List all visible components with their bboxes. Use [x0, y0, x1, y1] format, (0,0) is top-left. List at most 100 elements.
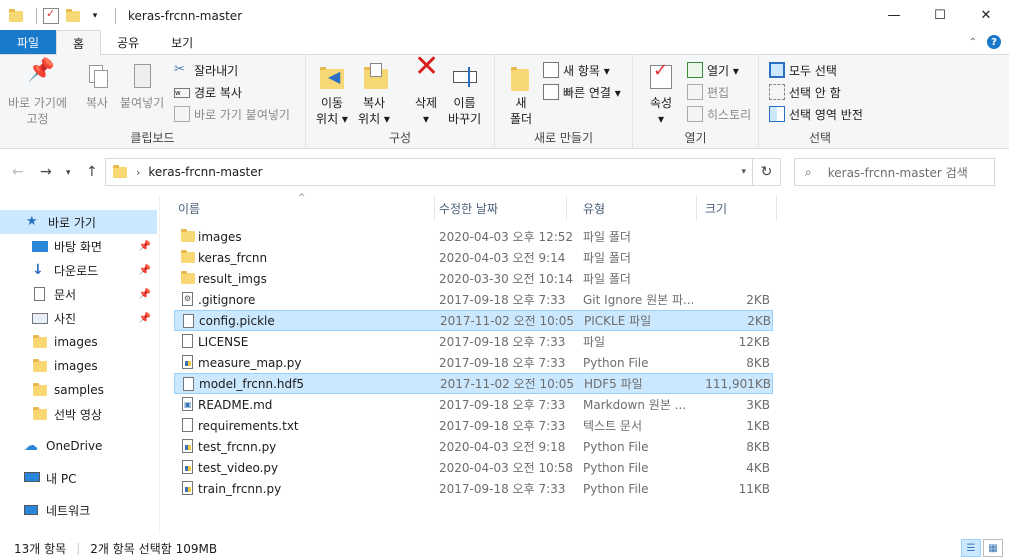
address-dropdown-icon[interactable]: ▾ [741, 167, 746, 177]
nav-item-documents[interactable]: 문서 📌 [0, 282, 157, 306]
tab-home[interactable]: 홈 [56, 30, 102, 55]
new-item-icon [543, 62, 559, 78]
file-name[interactable]: keras_frcnn [198, 251, 428, 265]
file-name[interactable]: requirements.txt [198, 419, 428, 433]
pin-icon[interactable]: 📌 [139, 265, 151, 276]
file-row[interactable]: README.md 2017-09-18 오후 7:33 Markdown 원본 .… [174, 394, 773, 415]
collapse-ribbon-icon[interactable]: ⌃ [969, 37, 977, 48]
column-header-name[interactable]: 이름 [160, 196, 435, 220]
file-row[interactable]: keras_frcnn 2020-04-03 오전 9:14 파일 폴더 [174, 247, 773, 268]
delete-button[interactable]: ✕ 삭제 ▾ [410, 52, 442, 127]
close-button[interactable]: ✕ [963, 0, 1009, 31]
nav-item-pictures[interactable]: 사진 📌 [0, 306, 157, 330]
customize-toolbar-icon[interactable]: ▾ [87, 8, 103, 24]
cut-button[interactable]: ✂ 잘라내기 [174, 60, 238, 80]
search-input[interactable]: ⌕ keras-frcnn-master 검색 [794, 158, 995, 186]
nav-item-quick-access[interactable]: ★ 바로 가기 [0, 210, 157, 234]
file-row[interactable]: model_frcnn.hdf5 2017-11-02 오전 10:05 HDF5 … [174, 373, 773, 394]
refresh-button[interactable]: ↻ [753, 158, 781, 186]
nav-item-network[interactable]: 네트워크 [0, 498, 157, 522]
file-name[interactable]: test_frcnn.py [198, 440, 428, 454]
select-all-button[interactable]: 모두 선택 [769, 60, 837, 80]
select-none-button[interactable]: 선택 안 함 [769, 82, 841, 102]
tab-file[interactable]: 파일 [0, 30, 56, 54]
move-to-button[interactable]: ◀ 이동 위치 ▾ [316, 61, 348, 127]
address-bar[interactable]: › keras-frcnn-master ▾ [105, 158, 753, 186]
rename-button[interactable]: 이름 바꾸기 [448, 61, 481, 127]
paste-shortcut-button[interactable]: 바로 가기 붙여넣기 [174, 104, 290, 124]
address-path[interactable]: keras-frcnn-master [148, 165, 262, 179]
file-name[interactable]: result_imgs [198, 272, 428, 286]
file-date: 2017-09-18 오후 7:33 [439, 335, 566, 349]
open-button[interactable]: 열기 ▾ [687, 60, 739, 80]
file-row[interactable]: config.pickle 2017-11-02 오전 10:05 PICKLE 파… [174, 310, 773, 331]
file-row[interactable]: test_video.py 2020-04-03 오전 10:58 Python F… [174, 457, 773, 478]
file-name[interactable]: config.pickle [199, 314, 429, 328]
file-name[interactable]: test_video.py [198, 461, 428, 475]
file-name[interactable]: README.md [198, 398, 428, 412]
file-name[interactable]: images [198, 230, 428, 244]
file-name[interactable]: LICENSE [198, 335, 428, 349]
column-header-type[interactable]: 유형 [567, 196, 697, 220]
file-name[interactable]: .gitignore [198, 293, 428, 307]
recent-locations-button[interactable]: ▾ [66, 168, 71, 178]
file-date: 2020-04-03 오후 12:52 [439, 230, 574, 244]
column-header-date[interactable]: 수정한 날짜 [421, 196, 567, 220]
pin-icon[interactable]: 📌 [139, 241, 151, 252]
file-date: 2017-09-18 오후 7:33 [439, 419, 566, 433]
python-file-icon [180, 354, 196, 370]
pin-icon[interactable]: 📌 [139, 313, 151, 324]
nav-item-this-pc[interactable]: 내 PC [0, 466, 157, 490]
file-row[interactable]: .gitignore 2017-09-18 오후 7:33 Git Ignore 원… [174, 289, 773, 310]
large-icons-view-button[interactable]: ▦ [983, 539, 1003, 557]
nav-item-onedrive[interactable]: ☁ OneDrive [0, 434, 157, 458]
help-icon[interactable]: ? [987, 35, 1001, 49]
details-view-button[interactable]: ☰ [961, 539, 981, 557]
file-row[interactable]: test_frcnn.py 2020-04-03 오전 9:18 Python Fi… [174, 436, 773, 457]
file-name[interactable]: train_frcnn.py [198, 482, 428, 496]
invert-selection-button[interactable]: 선택 영역 반전 [769, 104, 863, 124]
quick-access-toolbar: ✓ ▾ [0, 0, 122, 31]
file-row[interactable]: requirements.txt 2017-09-18 오후 7:33 텍스트 문서… [174, 415, 773, 436]
file-date: 2017-09-18 오후 7:33 [439, 482, 566, 496]
nav-item-samples[interactable]: samples [0, 378, 157, 402]
tab-share[interactable]: 공유 [101, 30, 155, 54]
pin-quick-access-button[interactable]: 📌 바로 가기에 고정 [8, 60, 67, 127]
file-row[interactable]: LICENSE 2017-09-18 오후 7:33 파일 12KB [174, 331, 773, 352]
file-row[interactable]: images 2020-04-03 오후 12:52 파일 폴더 [174, 226, 773, 247]
new-folder-button[interactable]: 새 폴더 [505, 61, 537, 127]
file-row[interactable]: measure_map.py 2017-09-18 오후 7:33 Python F… [174, 352, 773, 373]
up-button[interactable]: ↑ [86, 164, 98, 180]
nav-item-desktop[interactable]: 바탕 화면 📌 [0, 234, 157, 258]
history-button[interactable]: 히스토리 [687, 104, 751, 124]
tab-view[interactable]: 보기 [155, 30, 209, 54]
back-button[interactable]: ← [12, 164, 24, 180]
file-size: 12KB [738, 334, 770, 349]
properties-button[interactable]: ✓ 속성 ▾ [645, 61, 677, 127]
forward-button[interactable]: → [40, 164, 52, 180]
file-row[interactable]: result_imgs 2020-03-30 오전 10:14 파일 폴더 [174, 268, 773, 289]
file-row[interactable]: train_frcnn.py 2017-09-18 오후 7:33 Python F… [174, 478, 773, 499]
nav-item-downloads[interactable]: ↓ 다운로드 📌 [0, 258, 157, 282]
copy-button[interactable]: 복사 [81, 61, 113, 111]
new-folder-icon[interactable] [65, 8, 81, 24]
python-file-icon [180, 459, 196, 475]
pin-icon[interactable]: 📌 [139, 289, 151, 300]
copy-path-button[interactable]: w 경로 복사 [174, 82, 242, 102]
nav-item-images[interactable]: images [0, 354, 157, 378]
file-type: Python File [583, 481, 649, 496]
nav-item-images[interactable]: images [0, 330, 157, 354]
file-name[interactable]: model_frcnn.hdf5 [199, 377, 429, 391]
paste-button[interactable]: 붙여넣기 [120, 61, 164, 111]
edit-button[interactable]: 편집 [687, 82, 729, 102]
file-name[interactable]: measure_map.py [198, 356, 428, 370]
minimize-button[interactable]: — [871, 0, 917, 31]
copy-to-button[interactable]: 복사 위치 ▾ [358, 61, 390, 127]
file-size: 3KB [746, 397, 770, 412]
nav-item-ship-video[interactable]: 선박 영상 [0, 402, 157, 426]
maximize-button[interactable]: ☐ [917, 0, 963, 31]
new-item-button[interactable]: 새 항목 ▾ [543, 60, 610, 80]
easy-access-button[interactable]: 빠른 연결 ▾ [543, 82, 621, 102]
column-header-size[interactable]: 크기 [697, 196, 777, 220]
properties-icon[interactable]: ✓ [43, 7, 59, 24]
